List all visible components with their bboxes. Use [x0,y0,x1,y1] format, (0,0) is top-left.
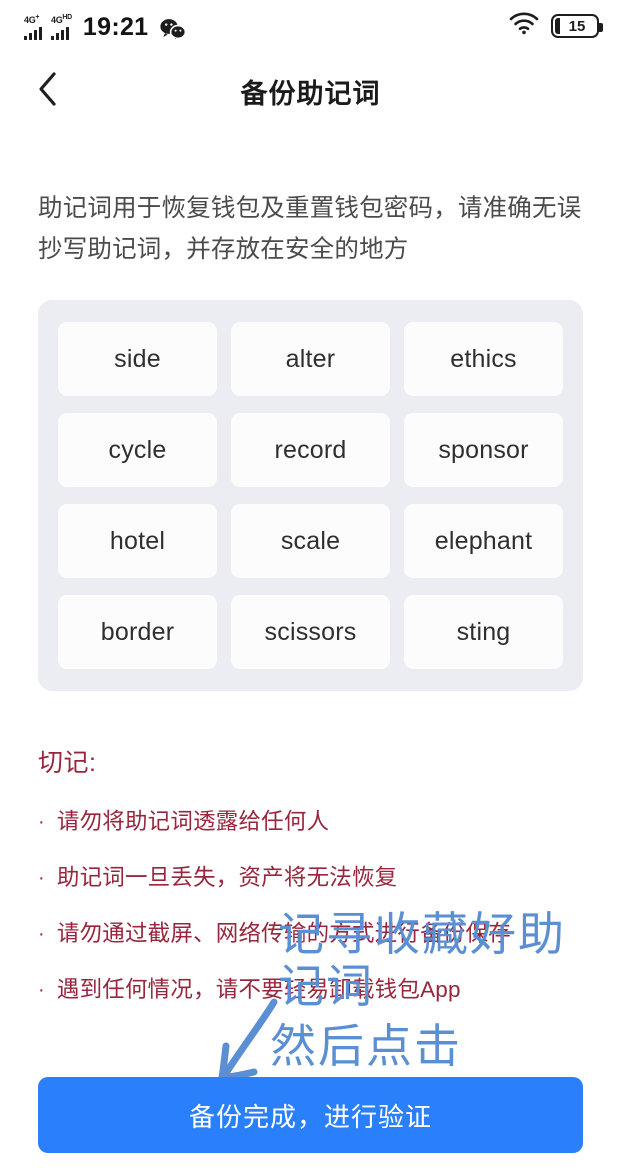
mnemonic-word-tile: ethics [404,322,563,396]
mnemonic-word-tile: alter [231,322,390,396]
battery-indicator: 15 [551,14,599,38]
warning-item-text: 请勿将助记词透露给任何人 [57,805,329,839]
network-type-1-label: 4G+ [24,13,39,25]
bullet-icon: · [38,917,45,951]
mnemonic-word-tile: record [231,413,390,487]
status-bar-right: 15 [509,12,599,40]
signal-indicator-2: 4GHD [51,13,72,40]
battery-fill [555,18,560,34]
network-type-2-label: 4GHD [51,13,72,25]
mnemonic-word-tile: border [58,595,217,669]
mnemonic-word-tile: elephant [404,504,563,578]
warning-item-text: 遇到任何情况，请不要轻易卸载钱包App [57,973,461,1007]
signal-indicator-1: 4G+ [24,13,42,40]
mnemonic-word-tile: cycle [58,413,217,487]
signal-bars-2-icon [51,26,69,40]
warning-item-text: 助记词一旦丢失，资产将无法恢复 [57,861,398,895]
signal-bars-1-icon [24,26,42,40]
warning-list-item: · 请勿通过截屏、网络传输的方式进行备份保存 [38,917,583,951]
annotation-click-text: 然后点击 [270,1020,462,1072]
mnemonic-grid: side alter ethics cycle record sponsor h… [38,300,583,691]
warning-list-item: · 助记词一旦丢失，资产将无法恢复 [38,861,583,895]
wechat-icon [160,18,186,40]
wifi-icon [509,12,539,40]
status-bar: 4G+ 4GHD 19:21 [0,0,621,52]
mnemonic-word-tile: side [58,322,217,396]
mnemonic-word-tile: scissors [231,595,390,669]
battery-level-label: 15 [565,19,586,34]
description-text: 助记词用于恢复钱包及重置钱包密码，请准确无误抄写助记词，并存放在安全的地方 [38,188,587,270]
bullet-icon: · [38,861,45,895]
warning-list-item: · 请勿将助记词透露给任何人 [38,805,583,839]
warning-section: 切记: · 请勿将助记词透露给任何人 · 助记词一旦丢失，资产将无法恢复 · 请… [38,743,583,1007]
status-bar-left: 4G+ 4GHD 19:21 [24,13,186,40]
bullet-icon: · [38,805,45,839]
mnemonic-word-tile: scale [231,504,390,578]
warning-title: 切记: [38,743,583,779]
status-bar-clock: 19:21 [83,15,148,40]
mnemonic-word-tile: sting [404,595,563,669]
navigation-bar: 备份助记词 [0,52,621,130]
warning-list-item: · 遇到任何情况，请不要轻易卸载钱包App [38,973,583,1007]
mnemonic-word-tile: hotel [58,504,217,578]
warning-item-text: 请勿通过截屏、网络传输的方式进行备份保存 [57,917,511,951]
mnemonic-word-tile: sponsor [404,413,563,487]
backup-complete-verify-button[interactable]: 备份完成，进行验证 [38,1077,583,1153]
chevron-left-icon [37,71,59,112]
bullet-icon: · [38,973,45,1007]
page-title: 备份助记词 [0,72,621,111]
back-button[interactable] [26,69,70,113]
